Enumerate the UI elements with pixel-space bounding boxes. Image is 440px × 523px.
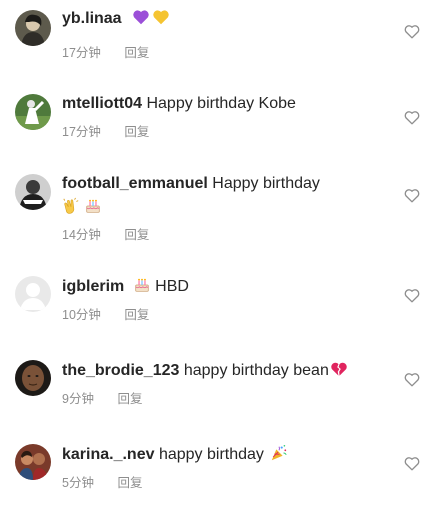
like-heart-icon[interactable] [404, 456, 420, 471]
reply-button[interactable]: 回复 [124, 125, 149, 139]
avatar[interactable] [15, 174, 51, 210]
comment-text: happy birthday bean [183, 362, 329, 379]
broken-heart-icon [331, 362, 347, 376]
party-popper-icon [272, 444, 287, 461]
comment-time: 9分钟 [62, 392, 94, 406]
comment-time: 17分钟 [62, 125, 101, 139]
comment-username[interactable]: yb.linaa [62, 10, 122, 27]
reply-button[interactable]: 回复 [124, 228, 149, 242]
reply-button[interactable]: 回复 [117, 392, 142, 406]
birthday-cake-icon [135, 278, 149, 292]
comment-time: 5分钟 [62, 476, 94, 490]
comment-username[interactable]: mtelliott04 [62, 95, 142, 112]
like-heart-icon[interactable] [404, 110, 420, 125]
purple-heart-icon [133, 10, 149, 25]
comment-text: happy birthday [158, 446, 264, 463]
avatar[interactable] [15, 360, 51, 396]
avatar[interactable] [15, 10, 51, 46]
avatar[interactable] [15, 444, 51, 480]
comment-time: 10分钟 [62, 308, 101, 322]
like-heart-icon[interactable] [404, 188, 420, 203]
comment-text: Happy birthday [212, 175, 320, 192]
birthday-cake-icon [86, 199, 100, 213]
reply-button[interactable]: 回复 [117, 476, 142, 490]
comment-username[interactable]: karina._.nev [62, 446, 155, 463]
like-heart-icon[interactable] [404, 288, 420, 303]
avatar[interactable] [15, 276, 51, 312]
comment-text: Happy birthday Kobe [146, 95, 296, 112]
avatar[interactable] [15, 94, 51, 130]
reply-button[interactable]: 回复 [124, 308, 149, 322]
yellow-heart-icon [153, 10, 169, 25]
comment-username[interactable]: the_brodie_123 [62, 362, 179, 379]
like-heart-icon[interactable] [404, 24, 420, 39]
comment-username[interactable]: igblerim [62, 278, 124, 295]
like-heart-icon[interactable] [404, 372, 420, 387]
comment-text: HBD [155, 278, 189, 295]
comment-username[interactable]: football_emmanuel [62, 175, 208, 192]
comment-time: 14分钟 [62, 228, 101, 242]
clapping-hands-icon [63, 197, 79, 214]
comment-time: 17分钟 [62, 46, 101, 60]
reply-button[interactable]: 回复 [124, 46, 149, 60]
